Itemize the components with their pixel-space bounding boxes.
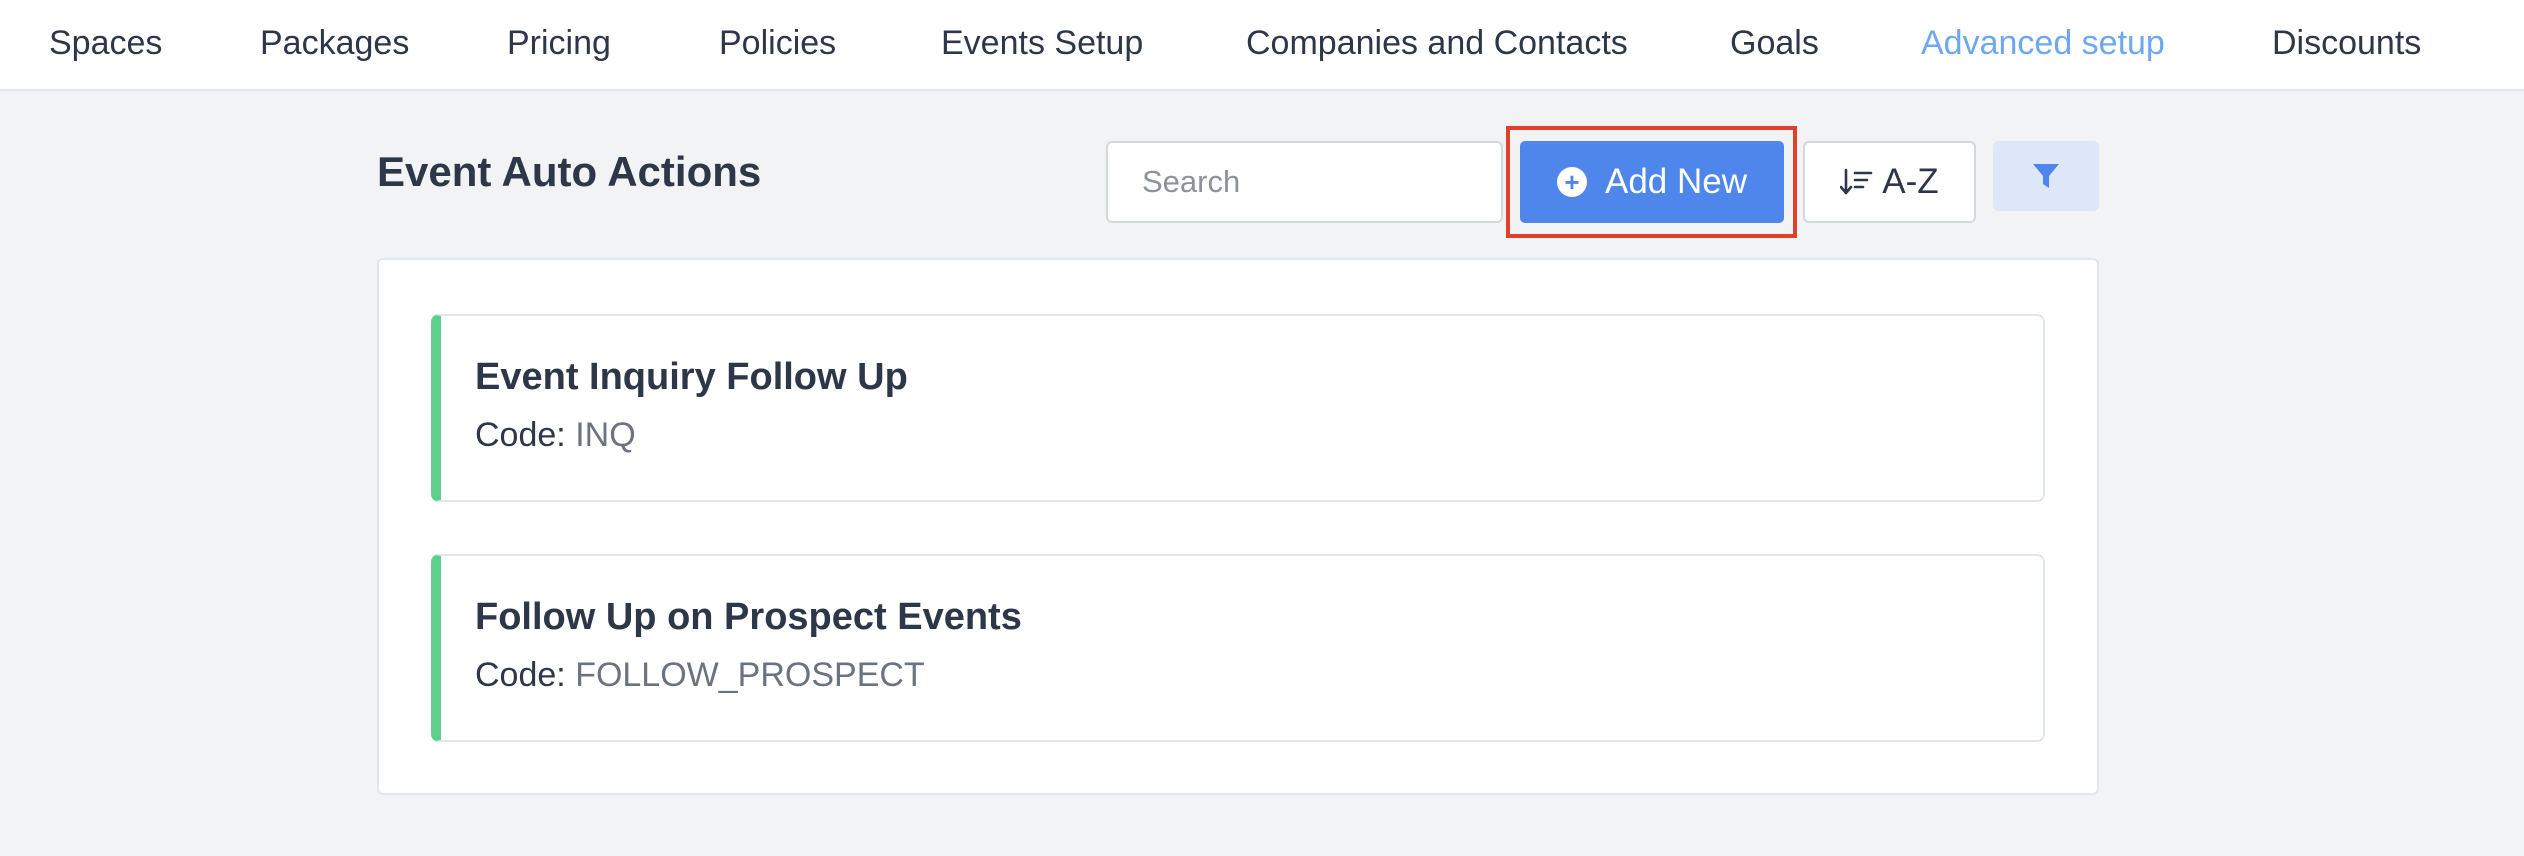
plus-circle-icon: + bbox=[1556, 167, 1587, 197]
nav-item-packages[interactable]: Packages bbox=[260, 24, 409, 63]
filter-icon bbox=[2033, 164, 2059, 188]
nav-item-companies-and-contacts[interactable]: Companies and Contacts bbox=[1246, 24, 1628, 63]
search-input[interactable] bbox=[1106, 141, 1503, 223]
code-value: INQ bbox=[575, 416, 636, 454]
code-label: Code: bbox=[475, 656, 566, 694]
nav-item-pricing[interactable]: Pricing bbox=[507, 24, 611, 63]
nav-item-advanced-setup[interactable]: Advanced setup bbox=[1921, 24, 2165, 63]
sort-label: A-Z bbox=[1882, 162, 1939, 201]
top-navigation: Spaces Packages Pricing Policies Events … bbox=[0, 0, 2524, 91]
item-title: Follow Up on Prospect Events bbox=[475, 596, 1022, 638]
sort-button[interactable]: A-Z bbox=[1803, 141, 1976, 223]
nav-item-goals[interactable]: Goals bbox=[1730, 24, 1819, 63]
code-label: Code: bbox=[475, 416, 566, 454]
item-code: Code: FOLLOW_PROSPECT bbox=[475, 656, 925, 695]
nav-item-spaces[interactable]: Spaces bbox=[49, 24, 162, 63]
add-new-button[interactable]: + Add New bbox=[1520, 141, 1784, 223]
item-title: Event Inquiry Follow Up bbox=[475, 356, 908, 398]
list-item[interactable]: Follow Up on Prospect Events Code: FOLLO… bbox=[431, 554, 2045, 742]
code-value: FOLLOW_PROSPECT bbox=[575, 656, 925, 694]
item-code: Code: INQ bbox=[475, 416, 636, 455]
add-new-label: Add New bbox=[1604, 162, 1748, 201]
sort-descending-icon bbox=[1840, 168, 1873, 195]
nav-item-discounts[interactable]: Discounts bbox=[2272, 24, 2421, 63]
list-item[interactable]: Event Inquiry Follow Up Code: INQ bbox=[431, 314, 2045, 502]
nav-item-policies[interactable]: Policies bbox=[719, 24, 836, 63]
filter-button[interactable] bbox=[1993, 141, 2099, 211]
page-title: Event Auto Actions bbox=[377, 148, 762, 195]
nav-item-events-setup[interactable]: Events Setup bbox=[941, 24, 1143, 63]
auto-actions-list: Event Inquiry Follow Up Code: INQ Follow… bbox=[377, 258, 2099, 795]
